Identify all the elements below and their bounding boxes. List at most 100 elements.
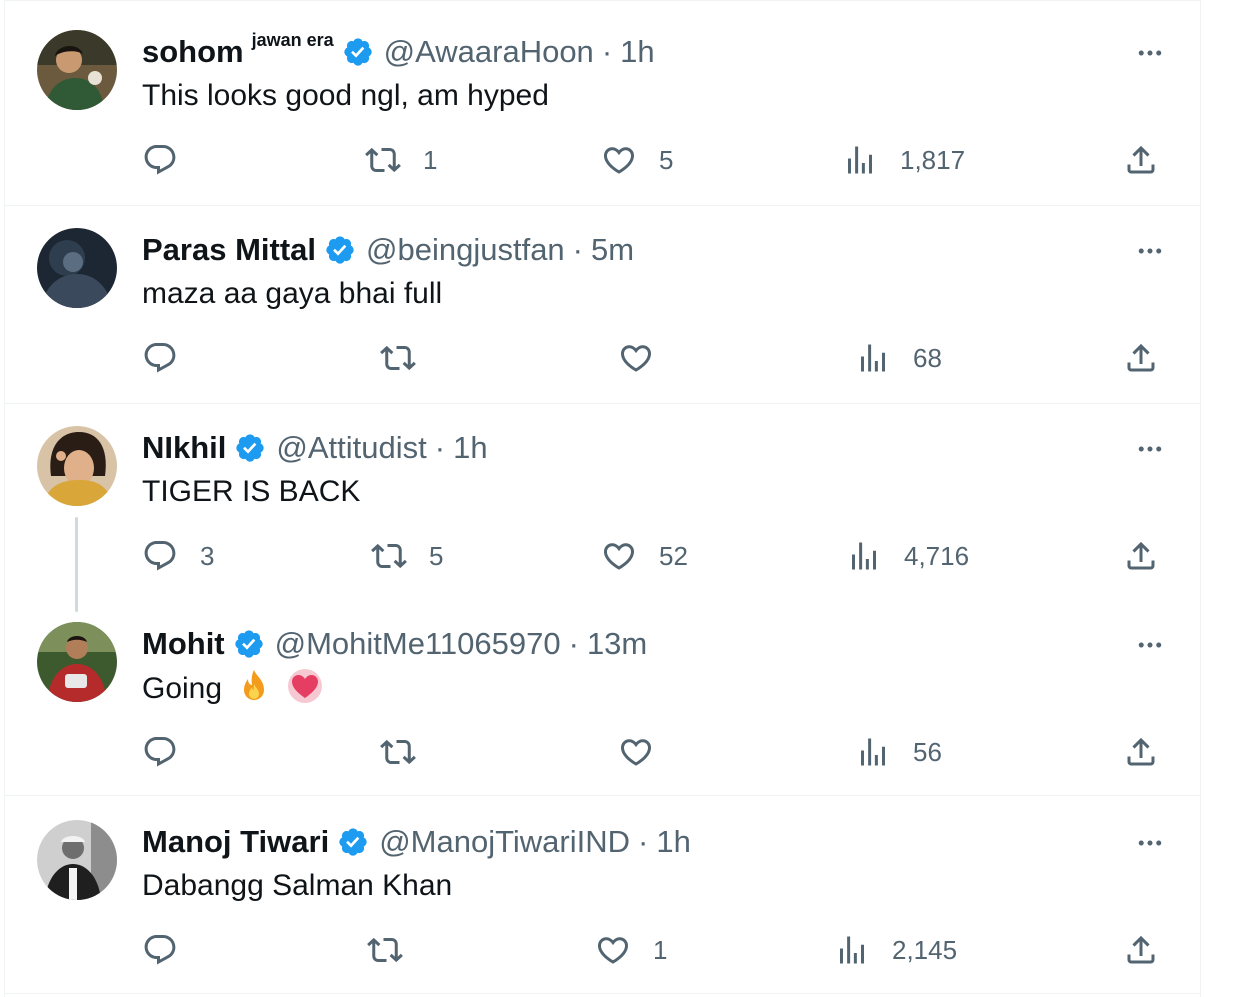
share-icon [1123, 734, 1159, 770]
more-icon[interactable] [1133, 630, 1167, 660]
fire-emoji-icon [244, 670, 265, 700]
name-superscript: jawan era [251, 30, 334, 50]
timestamp[interactable]: 1h [620, 33, 654, 71]
heart-icon [595, 932, 631, 968]
timestamp[interactable]: 1h [453, 429, 487, 467]
view-count: 2,145 [892, 934, 958, 965]
reply-icon [142, 932, 178, 968]
view-count: 68 [913, 342, 942, 373]
verified-badge-icon [233, 628, 265, 660]
user-handle[interactable]: @MohitMe11065970 [275, 625, 561, 663]
tweet-header: Manoj Tiwari @ManojTiwariIND · 1h [142, 823, 691, 861]
views-chart-icon [834, 932, 870, 968]
avatar[interactable] [37, 820, 117, 900]
reply-button[interactable]: 3 [142, 536, 214, 576]
user-handle[interactable]: @ManojTiwariIND [379, 823, 630, 861]
display-name[interactable]: sohom [142, 33, 244, 71]
avatar[interactable] [37, 622, 117, 702]
reply-button[interactable] [142, 930, 200, 970]
timestamp[interactable]: 5m [591, 231, 634, 269]
tweet[interactable]: Mohit @MohitMe11065970 · 13m Going 56 [0, 592, 1244, 788]
tweet-header: NIkhil @Attitudist · 1h [142, 429, 488, 467]
display-name[interactable]: Manoj Tiwari [142, 823, 329, 861]
avatar[interactable] [37, 426, 117, 506]
share-icon [1123, 932, 1159, 968]
tweet-header: Mohit @MohitMe11065970 · 13m [142, 625, 647, 663]
repost-button[interactable]: 1 [365, 140, 437, 180]
views-chart-icon [855, 340, 891, 376]
reply-icon [142, 340, 178, 376]
user-handle[interactable]: @beingjustfan [366, 231, 565, 269]
share-button[interactable] [1123, 732, 1159, 772]
user-handle[interactable]: @Attitudist [276, 429, 426, 467]
share-button[interactable] [1123, 536, 1159, 576]
views-chart-icon [842, 142, 878, 178]
tweet-text: maza aa gaya bhai full [142, 277, 443, 310]
view-count: 4,716 [904, 540, 970, 571]
heart-icon [618, 340, 654, 376]
verified-badge-icon [234, 432, 266, 464]
tweet[interactable]: NIkhil @Attitudist · 1h TIGER IS BACK 3 … [0, 396, 1244, 592]
view-count: 1,817 [900, 144, 966, 175]
repost-icon [371, 538, 407, 574]
verified-badge-icon [342, 36, 374, 68]
separator-dot: · [638, 824, 649, 859]
verified-badge-icon [337, 826, 369, 858]
heart-icon [601, 142, 637, 178]
more-icon[interactable] [1133, 236, 1167, 266]
reply-button[interactable] [142, 338, 200, 378]
share-icon [1123, 538, 1159, 574]
share-button[interactable] [1123, 338, 1159, 378]
like-button[interactable] [618, 732, 676, 772]
reply-button[interactable] [142, 140, 200, 180]
more-icon[interactable] [1133, 434, 1167, 464]
avatar[interactable] [37, 228, 117, 308]
timestamp[interactable]: 13m [587, 625, 647, 663]
user-handle[interactable]: @AwaaraHoon [384, 33, 594, 71]
reply-icon [142, 734, 178, 770]
like-button[interactable]: 1 [595, 930, 667, 970]
more-icon[interactable] [1133, 38, 1167, 68]
repost-count: 1 [423, 144, 438, 175]
more-icon[interactable] [1133, 828, 1167, 858]
views-button[interactable]: 56 [855, 732, 942, 772]
share-icon [1123, 142, 1159, 178]
reply-count: 3 [200, 540, 215, 571]
timestamp[interactable]: 1h [656, 823, 690, 861]
separator-dot: · [572, 232, 583, 267]
tweet[interactable]: Manoj Tiwari @ManojTiwariIND · 1h Dabang… [0, 790, 1244, 986]
share-button[interactable] [1123, 140, 1159, 180]
views-button[interactable]: 4,716 [846, 536, 969, 576]
separator-dot: · [568, 626, 579, 661]
repost-button[interactable] [380, 732, 438, 772]
views-chart-icon [846, 538, 882, 574]
tweet-text: Going [142, 672, 223, 705]
views-button[interactable]: 68 [855, 338, 942, 378]
repost-icon [365, 142, 401, 178]
display-name[interactable]: NIkhil [142, 429, 226, 467]
like-count: 1 [653, 934, 668, 965]
share-button[interactable] [1123, 930, 1159, 970]
views-button[interactable]: 2,145 [834, 930, 957, 970]
repost-button[interactable] [380, 338, 438, 378]
display-name[interactable]: Paras Mittal [142, 231, 316, 269]
like-button[interactable]: 5 [601, 140, 673, 180]
repost-button[interactable] [367, 930, 425, 970]
like-button[interactable]: 52 [601, 536, 688, 576]
views-chart-icon [855, 734, 891, 770]
views-button[interactable]: 1,817 [842, 140, 965, 180]
reply-button[interactable] [142, 732, 200, 772]
like-button[interactable] [618, 338, 676, 378]
tweet-header: Paras Mittal @beingjustfan · 5m [142, 231, 634, 269]
tweet[interactable]: sohom jawan era @AwaaraHoon · 1h This lo… [0, 0, 1244, 196]
heart-icon [618, 734, 654, 770]
share-icon [1123, 340, 1159, 376]
repost-button[interactable]: 5 [371, 536, 443, 576]
tweet-text: TIGER IS BACK [142, 475, 361, 508]
tweet[interactable]: Paras Mittal @beingjustfan · 5m maza aa … [0, 198, 1244, 394]
verified-badge-icon [324, 234, 356, 266]
avatar[interactable] [37, 30, 117, 110]
tweet-body: Going [142, 668, 323, 709]
display-name[interactable]: Mohit [142, 625, 225, 663]
view-count: 56 [913, 736, 942, 767]
